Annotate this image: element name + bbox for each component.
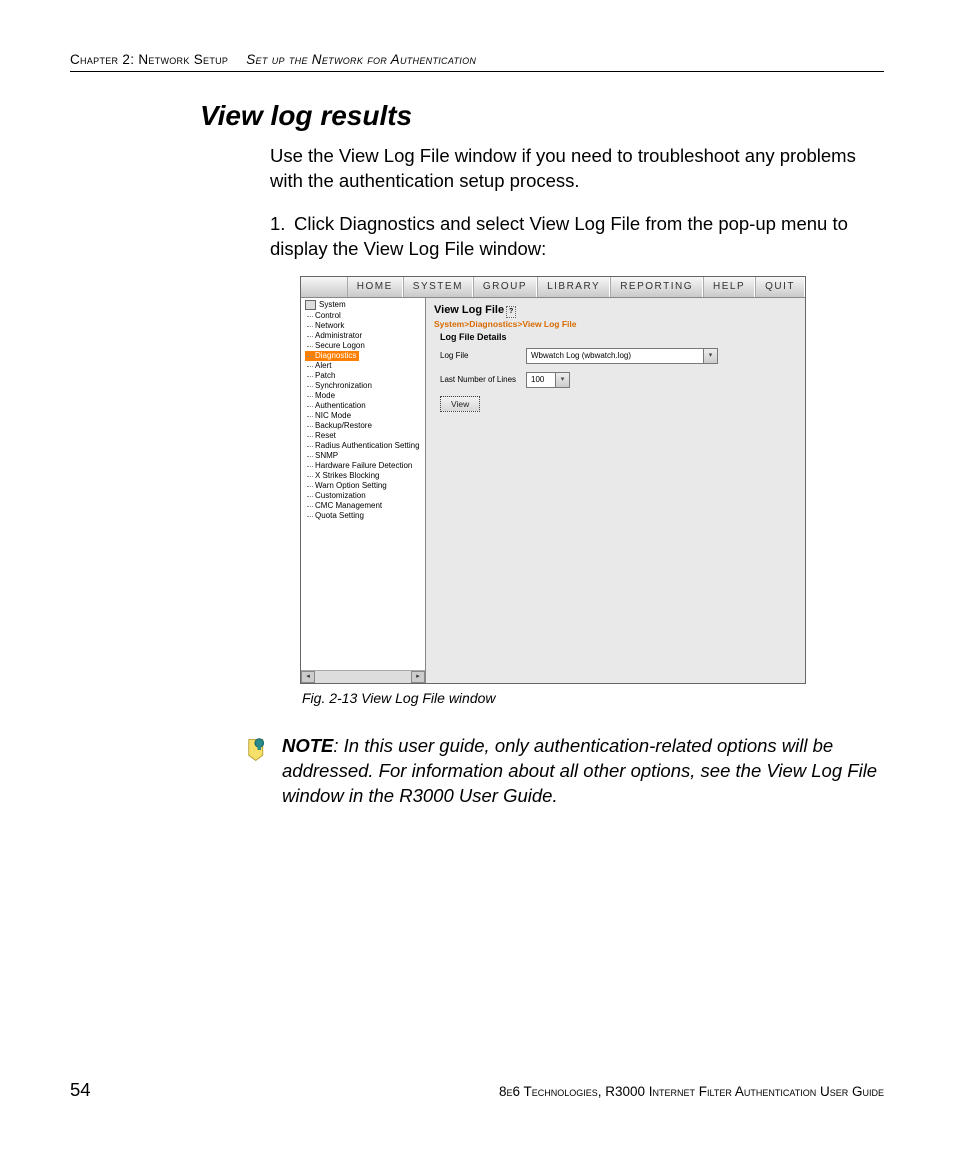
tree-item[interactable]: Network — [305, 321, 425, 331]
menu-quit[interactable]: QUIT — [755, 277, 805, 297]
help-icon[interactable]: ? — [506, 306, 516, 318]
tree-item[interactable]: NIC Mode — [305, 411, 425, 421]
logfile-value: Wbwatch Log (wbwatch.log) — [531, 351, 631, 360]
footer-text: 8e6 Technologies, R3000 Internet Filter … — [499, 1084, 884, 1099]
chevron-down-icon[interactable]: ▾ — [703, 349, 717, 363]
tree-scrollbar[interactable]: ◂ ▸ — [301, 670, 425, 683]
tree-item[interactable]: Authentication — [305, 401, 425, 411]
breadcrumb: System>Diagnostics>View Log File — [434, 319, 797, 329]
tree-item[interactable]: Reset — [305, 431, 425, 441]
lines-dropdown[interactable]: 100 ▾ — [526, 372, 570, 388]
menu-reporting[interactable]: REPORTING — [610, 277, 703, 297]
tree-item[interactable]: Quota Setting — [305, 511, 425, 521]
note-block: NOTE: In this user guide, only authentic… — [240, 734, 884, 809]
menu-help[interactable]: HELP — [703, 277, 755, 297]
tree-item[interactable]: Mode — [305, 391, 425, 401]
running-header: Chapter 2: Network Setup Set up the Netw… — [70, 52, 884, 72]
intro-paragraph: Use the View Log File window if you need… — [270, 144, 884, 194]
section-title: View log results — [200, 100, 884, 132]
tree-root-icon — [305, 300, 316, 310]
tree-item[interactable]: Hardware Failure Detection — [305, 461, 425, 471]
header-section: Set up the Network for Authentication — [246, 52, 476, 67]
app-window: HOME SYSTEM GROUP LIBRARY REPORTING HELP… — [300, 276, 806, 684]
scroll-left-icon[interactable]: ◂ — [301, 671, 315, 683]
lines-label: Last Number of Lines — [440, 375, 526, 384]
view-button[interactable]: View — [440, 396, 480, 412]
note-icon — [240, 736, 268, 809]
figure-caption: Fig. 2-13 View Log File window — [302, 690, 804, 706]
step-number: 1. — [270, 212, 294, 237]
menu-group[interactable]: GROUP — [473, 277, 537, 297]
note-text: : In this user guide, only authenticatio… — [282, 735, 877, 806]
tree-item-diagnostics[interactable]: Diagnostics — [305, 351, 359, 361]
step-list: 1.Click Diagnostics and select View Log … — [270, 212, 884, 262]
step-text: Click Diagnostics and select View Log Fi… — [270, 213, 848, 259]
tree-item[interactable]: Radius Authentication Setting — [305, 441, 425, 451]
tree-root-label: System — [319, 300, 346, 309]
panel-title: View Log File — [434, 304, 504, 316]
tree-item[interactable]: Warn Option Setting — [305, 481, 425, 491]
tree-root[interactable]: System — [305, 300, 425, 311]
menubar: HOME SYSTEM GROUP LIBRARY REPORTING HELP… — [301, 277, 805, 298]
tree-item[interactable]: Customization — [305, 491, 425, 501]
note-label: NOTE — [282, 735, 333, 756]
chevron-down-icon[interactable]: ▾ — [555, 373, 569, 387]
page-footer: 54 8e6 Technologies, R3000 Internet Filt… — [70, 1079, 884, 1101]
content-pane: View Log File? System>Diagnostics>View L… — [426, 298, 805, 683]
figure: HOME SYSTEM GROUP LIBRARY REPORTING HELP… — [300, 276, 804, 706]
logfile-dropdown[interactable]: Wbwatch Log (wbwatch.log) ▾ — [526, 348, 718, 364]
tree-item[interactable]: SNMP — [305, 451, 425, 461]
menu-library[interactable]: LIBRARY — [537, 277, 610, 297]
tree-item[interactable]: Backup/Restore — [305, 421, 425, 431]
tree-item[interactable]: Control — [305, 311, 425, 321]
page-number: 54 — [70, 1079, 91, 1101]
subheading: Log File Details — [440, 332, 797, 342]
tree-item[interactable]: Administrator — [305, 331, 425, 341]
menu-home[interactable]: HOME — [347, 277, 403, 297]
tree-pane: System Control Network Administrator Sec… — [301, 298, 426, 683]
tree-item[interactable]: Synchronization — [305, 381, 425, 391]
tree-item[interactable]: Alert — [305, 361, 425, 371]
tree-item[interactable]: X Strikes Blocking — [305, 471, 425, 481]
lines-value: 100 — [531, 375, 544, 384]
scroll-right-icon[interactable]: ▸ — [411, 671, 425, 683]
tree-item[interactable]: CMC Management — [305, 501, 425, 511]
tree-item[interactable]: Patch — [305, 371, 425, 381]
menu-system[interactable]: SYSTEM — [403, 277, 473, 297]
logfile-label: Log File — [440, 351, 526, 360]
header-chapter: Chapter 2: Network Setup — [70, 52, 228, 67]
tree-item[interactable]: Secure Logon — [305, 341, 425, 351]
